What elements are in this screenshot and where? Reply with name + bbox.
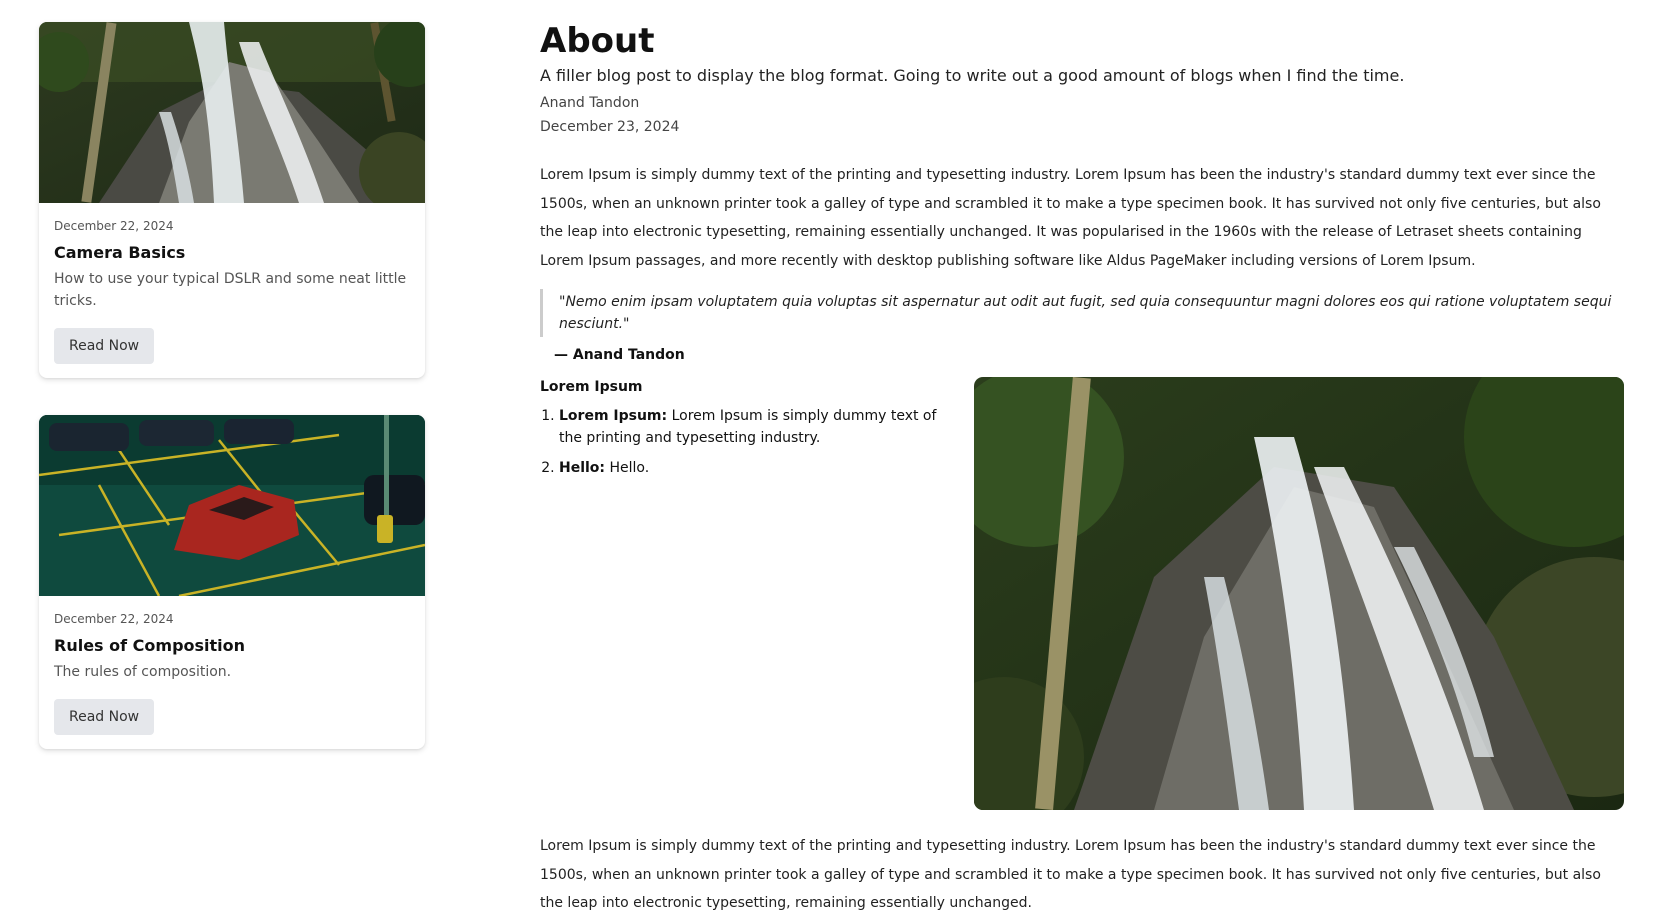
parking-lot-thumbnail-image (39, 415, 425, 596)
article: About A filler blog post to display the … (540, 20, 1625, 918)
read-now-button[interactable]: Read Now (54, 328, 155, 364)
post-author: Anand Tandon (540, 95, 640, 111)
post-subtitle: A filler blog post to display the blog f… (540, 66, 1405, 85)
list-section: Lorem Ipsum Lorem Ipsum: Lorem Ipsum is … (540, 377, 955, 487)
list-item: Hello: Hello. (559, 457, 955, 479)
body-paragraph: Lorem Ipsum is simply dummy text of the … (540, 838, 1601, 911)
list-item-term: Lorem Ipsum: (559, 408, 668, 424)
sidebar: December 22, 2024 Camera Basics How to u… (39, 22, 425, 786)
list-item-term: Hello: (559, 460, 606, 476)
card-title[interactable]: Rules of Composition (54, 636, 410, 655)
post-card[interactable]: December 22, 2024 Camera Basics How to u… (39, 22, 425, 378)
card-thumbnail-waterfall[interactable] (39, 22, 425, 203)
waterfall-thumbnail-image (39, 22, 425, 203)
page-title: About (540, 21, 655, 61)
quote-author: — Anand Tandon (554, 347, 685, 363)
read-now-button[interactable]: Read Now (54, 699, 155, 735)
waterfall-feature-image (974, 377, 1624, 810)
ordered-list: Lorem Ipsum: Lorem Ipsum is simply dummy… (540, 405, 955, 479)
card-description: The rules of composition. (54, 664, 232, 680)
card-description: How to use your typical DSLR and some ne… (54, 271, 407, 309)
list-heading: Lorem Ipsum (540, 379, 643, 395)
body-paragraph: Lorem Ipsum is simply dummy text of the … (540, 167, 1601, 269)
list-item-text: Hello. (605, 460, 650, 476)
post-card[interactable]: December 22, 2024 Rules of Composition T… (39, 415, 425, 749)
feature-image-waterfall (974, 377, 1624, 810)
blockquote: "Nemo enim ipsam voluptatem quia volupta… (540, 289, 1625, 337)
card-title[interactable]: Camera Basics (54, 243, 410, 262)
list-item: Lorem Ipsum: Lorem Ipsum is simply dummy… (559, 405, 955, 449)
card-thumbnail-parking-lot[interactable] (39, 415, 425, 596)
list-and-image-row: Lorem Ipsum Lorem Ipsum: Lorem Ipsum is … (540, 377, 1625, 810)
card-date: December 22, 2024 (54, 612, 174, 626)
post-date: December 23, 2024 (540, 119, 680, 135)
card-date: December 22, 2024 (54, 219, 174, 233)
